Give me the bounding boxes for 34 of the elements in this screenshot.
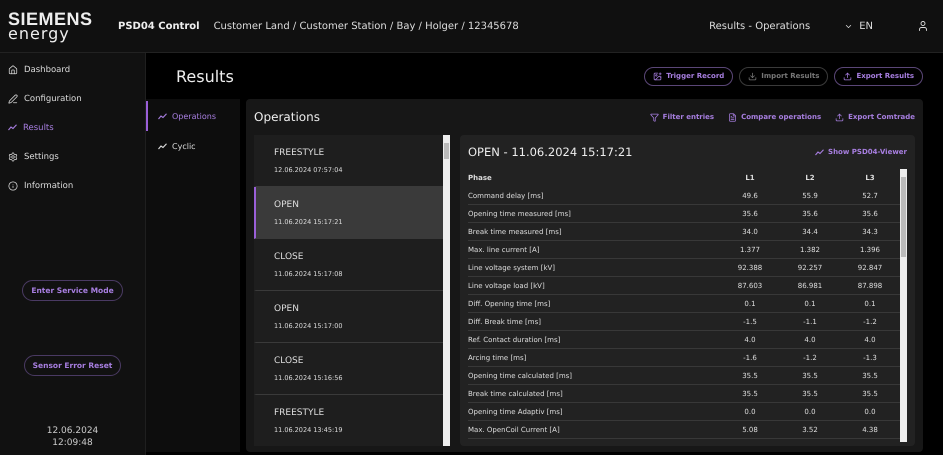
- panel-title: Operations: [254, 110, 321, 124]
- trend-line-icon: [815, 148, 824, 156]
- upload-icon: [843, 72, 852, 80]
- page-title: Results: [176, 66, 235, 86]
- nav-item[interactable]: Settings: [0, 142, 145, 171]
- pen-icon: [8, 94, 18, 104]
- upload-icon: [835, 112, 844, 122]
- logo-text: SIEMENS: [8, 10, 94, 28]
- info-icon: [8, 180, 18, 190]
- scrollbar[interactable]: [900, 169, 907, 442]
- trend-line-icon: [158, 142, 167, 150]
- sub-nav-item[interactable]: Cyclic: [146, 131, 240, 161]
- logo-subtext: energy: [8, 26, 70, 42]
- trend-line-icon: [158, 112, 167, 120]
- download-icon: [748, 72, 758, 80]
- nav-item[interactable]: Information: [0, 171, 145, 200]
- image-plus-icon: [653, 72, 662, 80]
- nav-item[interactable]: Configuration: [0, 84, 145, 113]
- language-selector[interactable]: EN: [844, 20, 873, 32]
- settings-icon: [8, 152, 18, 162]
- document-icon: [728, 112, 738, 122]
- date-text: 12.06.2024: [46, 425, 98, 437]
- home-icon: [8, 64, 18, 74]
- nav-item[interactable]: Dashboard: [0, 55, 145, 84]
- filter-icon: [650, 112, 659, 122]
- user-icon[interactable]: [917, 20, 929, 32]
- detail-title: OPEN - 11.06.2024 15:17:21: [468, 145, 634, 159]
- app-title: PSD04 Control: [118, 20, 200, 32]
- breadcrumb: Customer Land / Customer Station / Bay / Holger / 12345678: [214, 20, 520, 32]
- sub-nav-item[interactable]: Operations: [146, 101, 240, 131]
- time-text: 12:09:48: [52, 437, 93, 449]
- scrollbar[interactable]: [443, 135, 450, 446]
- page-label: Results - Operations: [709, 20, 810, 32]
- trend-line-icon: [8, 124, 17, 131]
